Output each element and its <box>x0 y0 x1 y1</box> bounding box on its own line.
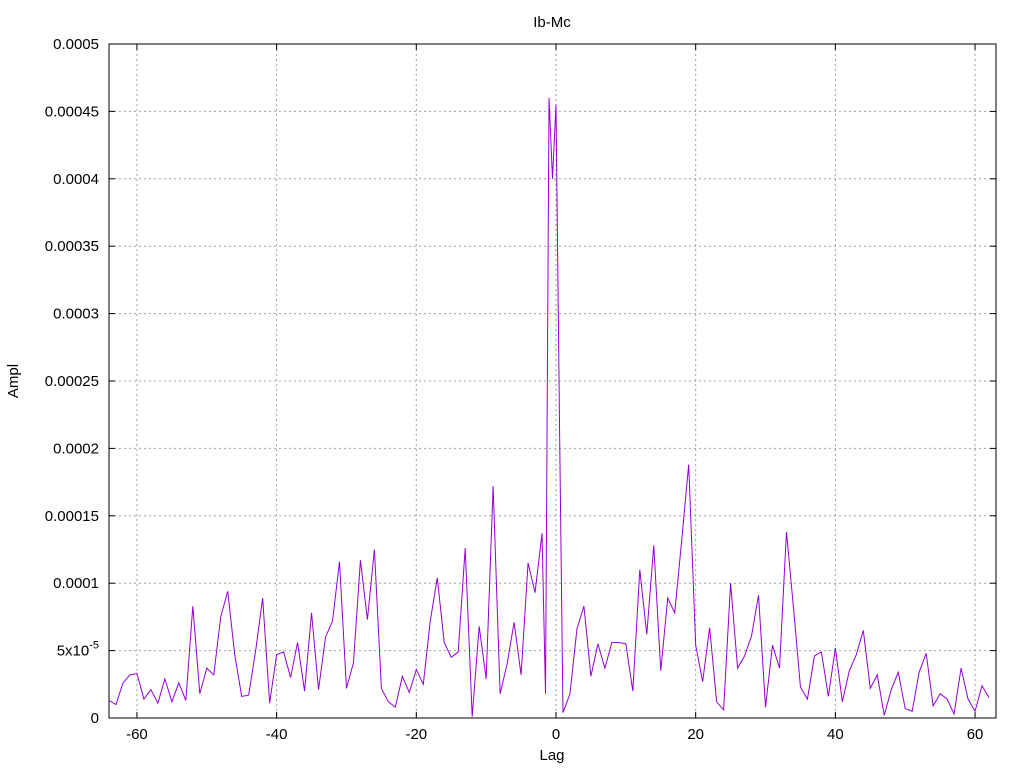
series-layer <box>108 97 990 717</box>
x-tick-label: -20 <box>405 726 427 743</box>
y-tick-label: 0 <box>91 710 99 727</box>
x-tick-label: -60 <box>126 726 148 743</box>
y-tick-label: 0.0001 <box>53 575 99 592</box>
y-tick-label: 0.00015 <box>45 508 99 525</box>
y-tick-label: 0.0003 <box>53 306 99 323</box>
plot-frame <box>108 43 997 719</box>
series-line <box>108 97 990 717</box>
y-tick-label: 0.00045 <box>45 103 99 120</box>
axis-ticks: -60 -40 -20 0 20 40 60 0 5x10-5 0.0001 0.00015 0.00… <box>45 36 996 743</box>
y-tick-label: 0.0002 <box>53 440 99 457</box>
x-axis-label: Lag <box>539 747 564 764</box>
x-tick-label: 60 <box>967 726 984 743</box>
y-tick-label: 0.0005 <box>53 36 99 53</box>
x-tick-label: 0 <box>552 726 560 743</box>
x-tick-label: -40 <box>266 726 288 743</box>
y-tick-label: 0.00035 <box>45 238 99 255</box>
y-axis-label: Ampl <box>5 364 22 398</box>
y-tick-label: 5x10-5 <box>57 640 99 660</box>
y-tick-label: 0.0004 <box>53 171 99 188</box>
x-tick-label: 20 <box>687 726 704 743</box>
grid-lines <box>109 44 996 718</box>
y-tick-label: 0.00025 <box>45 373 99 390</box>
line-chart: Ib-Mc -60 -40 -20 0 20 40 60 0 5x10-5 0.0001 0.000… <box>5 14 997 764</box>
x-tick-label: 40 <box>827 726 844 743</box>
chart-title: Ib-Mc <box>533 14 571 31</box>
